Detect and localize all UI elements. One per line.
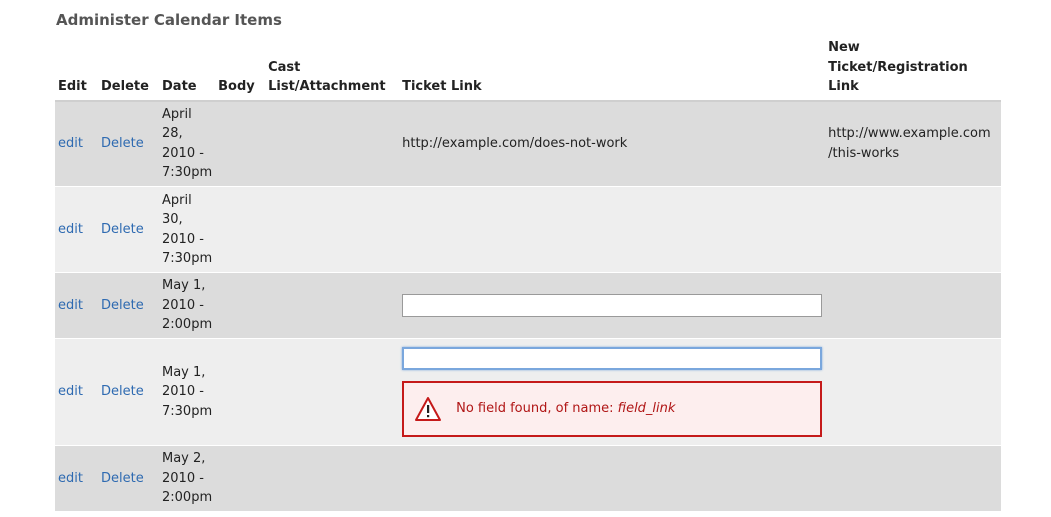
new-link-cell [825, 338, 1001, 446]
cast-cell [265, 100, 400, 187]
error-message: No field found, of name: [456, 401, 618, 417]
error-text: No field found, of name: field_link [456, 399, 675, 419]
header-new-ticket-link: New Ticket/Registration Link [825, 38, 1001, 102]
ticket-cell [399, 445, 826, 512]
date-line: 2010 - [162, 470, 204, 486]
new-link-cell [825, 186, 1001, 273]
header-new-line3: Link [828, 79, 859, 94]
table-row: edit Delete April 28, 2010 - 7:30pm http://… [55, 100, 1001, 187]
new-link-cell [825, 272, 1001, 339]
date-line: April [162, 106, 192, 122]
date-line: May 1, [162, 278, 206, 294]
delete-cell: Delete [98, 338, 159, 446]
date-line: April [162, 192, 192, 208]
date-cell: April 30, 2010 - 7:30pm [159, 186, 216, 273]
delete-link[interactable]: Delete [101, 222, 144, 237]
cast-cell [265, 272, 400, 339]
ticket-link-input[interactable] [402, 347, 823, 370]
ticket-cell: http://example.com/does-not-work [399, 100, 826, 187]
table-row: edit Delete May 1, 2010 - 7:30pm No field … [55, 338, 1001, 446]
edit-link[interactable]: edit [58, 136, 83, 151]
delete-link[interactable]: Delete [101, 384, 144, 399]
date-cell: May 1, 2010 - 2:00pm [159, 272, 216, 339]
body-cell [215, 338, 266, 446]
header-delete: Delete [98, 38, 159, 102]
date-line: 7:30pm [162, 403, 213, 419]
ticket-cell [399, 272, 826, 339]
delete-cell: Delete [98, 445, 159, 512]
new-link-cell [825, 445, 1001, 512]
table-header-row: Edit Delete Date Body Cast List/Attachmen… [55, 38, 1001, 102]
delete-link[interactable]: Delete [101, 298, 144, 313]
cast-cell [265, 445, 400, 512]
date-line: May 2, [162, 451, 206, 467]
delete-cell: Delete [98, 186, 159, 273]
page-title: Administer Calendar Items [56, 11, 282, 29]
ticket-link-text: http://example.com/does-not-work [402, 136, 628, 151]
delete-cell: Delete [98, 272, 159, 339]
date-cell: May 2, 2010 - 2:00pm [159, 445, 216, 512]
date-line: 7:30pm [162, 165, 213, 181]
header-body: Body [215, 38, 266, 102]
header-edit: Edit [55, 38, 98, 102]
cast-cell [265, 186, 400, 273]
date-cell: April 28, 2010 - 7:30pm [159, 100, 216, 187]
date-line: 28, [162, 126, 183, 142]
field-error-message: No field found, of name: field_link [402, 381, 823, 437]
date-line: 2010 - [162, 384, 204, 400]
edit-link[interactable]: edit [58, 471, 83, 486]
edit-link[interactable]: edit [58, 384, 83, 399]
body-cell [215, 445, 266, 512]
ticket-link-input[interactable] [402, 294, 823, 317]
date-line: 2:00pm [162, 490, 213, 506]
new-link-line: http://www.example.com [828, 126, 991, 142]
delete-link[interactable]: Delete [101, 136, 144, 151]
edit-link[interactable]: edit [58, 298, 83, 313]
cast-cell [265, 338, 400, 446]
header-cast-line2: List/Attachment [268, 79, 386, 94]
date-line: 30, [162, 212, 183, 227]
edit-link[interactable]: edit [58, 222, 83, 237]
table-row: edit Delete May 1, 2010 - 2:00pm [55, 272, 1001, 339]
date-line: 2:00pm [162, 317, 213, 333]
table-row: edit Delete May 2, 2010 - 2:00pm [55, 445, 1001, 512]
date-line: 2010 - [162, 145, 204, 161]
body-cell [215, 272, 266, 339]
ticket-cell: No field found, of name: field_link [399, 338, 826, 446]
edit-cell: edit [55, 272, 98, 339]
error-field-name: field_link [617, 401, 676, 417]
date-cell: May 1, 2010 - 7:30pm [159, 338, 216, 446]
body-cell [215, 186, 266, 273]
calendar-items-table: Edit Delete Date Body Cast List/Attachmen… [55, 38, 1001, 512]
header-cast-line1: Cast [268, 59, 301, 75]
body-cell [215, 100, 266, 187]
delete-link[interactable]: Delete [101, 471, 144, 486]
edit-cell: edit [55, 186, 98, 273]
warning-triangle-icon [415, 397, 442, 421]
header-date: Date [159, 38, 216, 102]
date-line: 2010 - [162, 231, 204, 247]
date-line: 7:30pm [162, 251, 213, 266]
delete-cell: Delete [98, 100, 159, 187]
header-cast-list: Cast List/Attachment [265, 38, 400, 102]
edit-cell: edit [55, 100, 98, 187]
new-link-cell: http://www.example.com/this-works [825, 100, 1001, 187]
date-line: 2010 - [162, 297, 204, 313]
header-new-line1: New [828, 40, 860, 55]
edit-cell: edit [55, 338, 98, 446]
header-ticket-link: Ticket Link [399, 38, 826, 102]
table-row: edit Delete April 30, 2010 - 7:30pm [55, 186, 1001, 273]
edit-cell: edit [55, 445, 98, 512]
ticket-cell [399, 186, 826, 273]
new-link-line: /this-works [828, 145, 900, 161]
date-line: May 1, [162, 364, 206, 380]
header-new-line2: Ticket/Registration [828, 59, 968, 75]
